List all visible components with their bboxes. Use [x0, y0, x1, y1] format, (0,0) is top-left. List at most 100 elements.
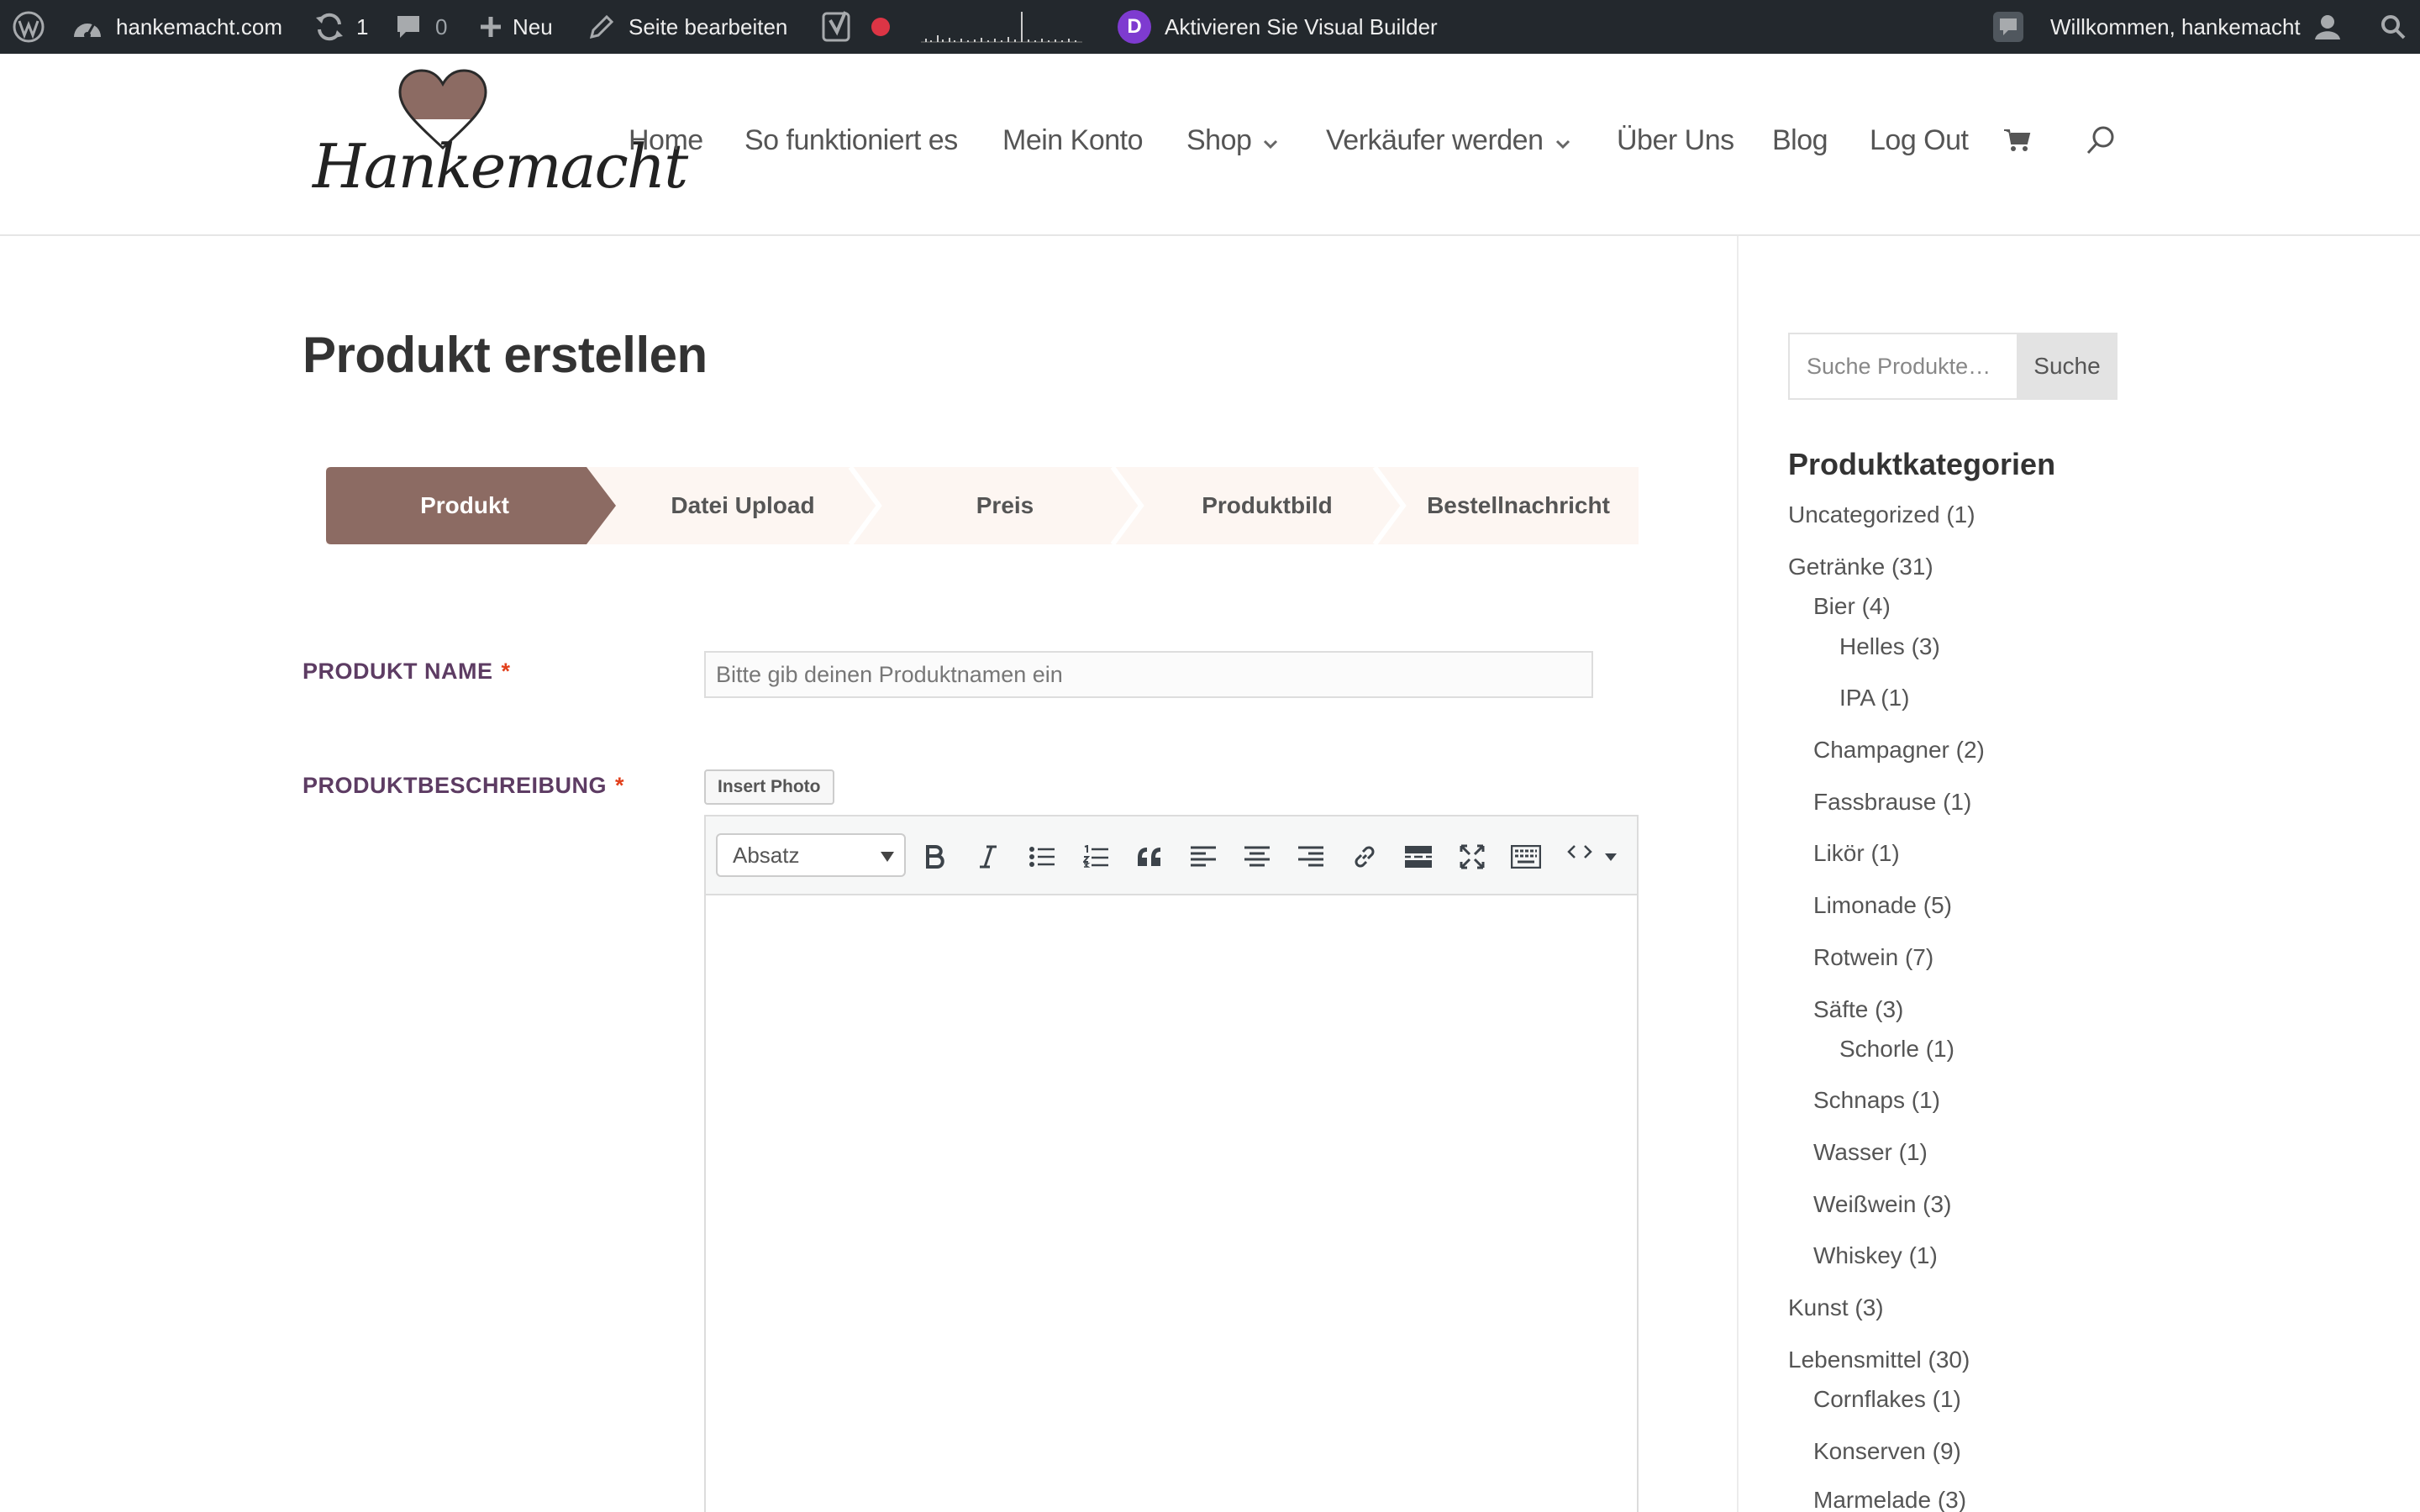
edit-page-link[interactable]: Seite bearbeiten: [588, 0, 787, 54]
product-name-label: PRODUKT NAME *: [302, 659, 511, 685]
user-avatar-icon: [2314, 13, 2341, 40]
step-produkt[interactable]: Produkt: [326, 467, 603, 544]
divi-logo-icon: D: [1118, 10, 1151, 44]
site-name-link[interactable]: hankemacht.com: [72, 0, 282, 54]
insert-photo-label: Insert Photo: [718, 777, 821, 796]
visual-builder-label: Aktivieren Sie Visual Builder: [1165, 13, 1438, 39]
notifications-icon[interactable]: [1991, 0, 2025, 54]
category-link[interactable]: Whiskey (1): [1813, 1242, 1938, 1269]
numbered-list-icon[interactable]: [1079, 840, 1113, 874]
welcome-label: Willkommen, hankemacht: [2050, 13, 2301, 39]
nav-log-out[interactable]: Log Out: [1870, 121, 1969, 160]
category-link[interactable]: Wasser (1): [1813, 1139, 1928, 1166]
comment-bubble-icon: [395, 13, 422, 40]
chevron-down-icon: [1555, 124, 1570, 157]
category-link[interactable]: Champagner (2): [1813, 737, 1985, 764]
site-logo[interactable]: Hankemacht: [313, 66, 688, 225]
category-link[interactable]: Cornflakes (1): [1813, 1386, 1961, 1413]
new-label: Neu: [513, 13, 553, 39]
step-datei-upload[interactable]: Datei Upload: [612, 467, 874, 544]
align-right-icon[interactable]: [1294, 840, 1328, 874]
editor-toolbar: Absatz: [706, 816, 1637, 895]
my-account-link[interactable]: Willkommen, hankemacht: [2050, 0, 2341, 54]
traffic-sparkline[interactable]: [921, 0, 1082, 54]
red-dot-icon: [871, 18, 890, 36]
nav-verkaeufer-werden[interactable]: Verkäufer werden: [1326, 121, 1570, 160]
category-link[interactable]: Schorle (1): [1839, 1036, 1954, 1063]
step-bestellnachricht[interactable]: Bestellnachricht: [1398, 467, 1639, 544]
nav-blog[interactable]: Blog: [1772, 121, 1828, 160]
visual-builder-link[interactable]: D Aktivieren Sie Visual Builder: [1118, 0, 1438, 54]
category-link[interactable]: Säfte (3): [1813, 996, 1903, 1023]
category-link[interactable]: Marmelade (3): [1813, 1487, 1966, 1512]
nav-home[interactable]: Home: [629, 121, 703, 160]
insert-link-icon[interactable]: [1348, 840, 1381, 874]
step-preis-label: Preis: [976, 492, 1034, 518]
code-dropdown-caret-icon[interactable]: [1598, 840, 1623, 874]
yoast-icon[interactable]: [822, 0, 852, 54]
category-link[interactable]: Lebensmittel (30): [1788, 1347, 1970, 1373]
bullet-list-icon[interactable]: [1025, 840, 1059, 874]
admin-search-icon[interactable]: [2380, 0, 2407, 54]
dashboard-icon: [72, 13, 103, 40]
category-link[interactable]: Schnaps (1): [1813, 1087, 1940, 1114]
product-search-input[interactable]: [1788, 333, 2018, 400]
product-steps-wizard: Produkt Datei Upload Preis Produktbild B…: [326, 467, 1639, 544]
seo-status-dot[interactable]: [871, 0, 890, 54]
editor-content-area[interactable]: [706, 897, 1637, 1512]
new-content-link[interactable]: Neu: [479, 0, 553, 54]
comments-count: 0: [435, 13, 448, 39]
step-produktbild[interactable]: Produktbild: [1136, 467, 1398, 544]
updates-link[interactable]: 1: [314, 0, 368, 54]
page-title: Produkt erstellen: [302, 327, 708, 383]
category-link[interactable]: IPA (1): [1839, 685, 1910, 711]
product-name-label-text: PRODUKT NAME: [302, 659, 493, 684]
category-link[interactable]: Weißwein (3): [1813, 1191, 1951, 1218]
format-select-value: Absatz: [733, 842, 800, 868]
fullscreen-icon[interactable]: [1455, 840, 1489, 874]
site-header: Hankemacht Home So funktioniert es Mein …: [0, 54, 2420, 236]
nav-ueber-uns[interactable]: Über Uns: [1617, 121, 1734, 160]
category-link[interactable]: Limonade (5): [1813, 892, 1952, 919]
product-search-button[interactable]: Suche: [2017, 333, 2118, 400]
category-link[interactable]: Likör (1): [1813, 840, 1900, 867]
category-link[interactable]: Fassbrause (1): [1813, 789, 1971, 816]
product-name-input[interactable]: [704, 651, 1593, 698]
bold-icon[interactable]: [918, 840, 951, 874]
insert-photo-button[interactable]: Insert Photo: [704, 769, 834, 805]
align-center-icon[interactable]: [1240, 840, 1274, 874]
product-categories-heading: Produktkategorien: [1788, 447, 2056, 481]
wordpress-logo-icon[interactable]: [12, 0, 45, 54]
category-link[interactable]: Rotwein (7): [1813, 944, 1933, 971]
logo-wordmark: Hankemacht: [313, 131, 688, 202]
nav-shop[interactable]: Shop: [1186, 121, 1278, 160]
product-description-label: PRODUKTBESCHREIBUNG *: [302, 773, 624, 799]
cart-icon[interactable]: [2003, 121, 2032, 160]
nav-so-funktioniert-es[interactable]: So funktioniert es: [744, 121, 958, 160]
nav-mein-konto[interactable]: Mein Konto: [1002, 121, 1144, 160]
category-link[interactable]: Kunst (3): [1788, 1294, 1884, 1321]
align-left-icon[interactable]: [1186, 840, 1220, 874]
comments-link[interactable]: 0: [395, 0, 447, 54]
nav-shop-label: Shop: [1186, 123, 1252, 156]
paragraph-format-select[interactable]: Absatz: [716, 833, 906, 877]
updates-count: 1: [356, 13, 369, 39]
nav-so-funktioniert-es-label: So funktioniert es: [744, 123, 958, 156]
header-search-icon[interactable]: [2086, 121, 2116, 160]
content-sidebar-divider: [1737, 236, 1739, 1512]
nav-blog-label: Blog: [1772, 123, 1828, 156]
category-link[interactable]: Helles (3): [1839, 633, 1940, 660]
category-link[interactable]: Uncategorized (1): [1788, 501, 1975, 528]
nav-log-out-label: Log Out: [1870, 123, 1969, 156]
blockquote-icon[interactable]: [1133, 840, 1166, 874]
required-mark: *: [615, 773, 625, 798]
step-preis[interactable]: Preis: [874, 467, 1136, 544]
category-link[interactable]: Bier (4): [1813, 593, 1891, 620]
toolbar-toggle-icon[interactable]: [1509, 840, 1543, 874]
category-link[interactable]: Konserven (9): [1813, 1438, 1961, 1465]
nav-home-label: Home: [629, 123, 703, 156]
category-link[interactable]: Getränke (31): [1788, 554, 1933, 580]
code-icon[interactable]: [1563, 835, 1597, 869]
read-more-icon[interactable]: [1402, 840, 1435, 874]
italic-icon[interactable]: [971, 840, 1005, 874]
